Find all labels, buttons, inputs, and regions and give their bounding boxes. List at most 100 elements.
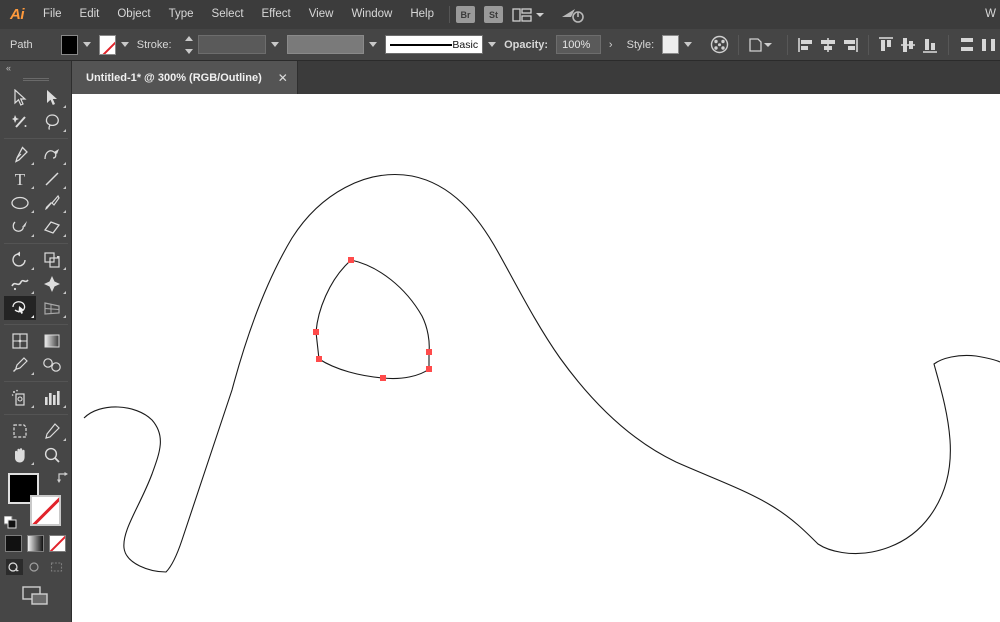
- control-divider-4: [948, 34, 949, 55]
- menu-item-help[interactable]: Help: [401, 0, 443, 29]
- artwork-outline-view: [83, 174, 1000, 573]
- tool-paintbrush[interactable]: [36, 191, 68, 215]
- menu-item-type[interactable]: Type: [160, 0, 203, 29]
- transform-chevron-down-icon[interactable]: [763, 42, 772, 47]
- align-bottom-icon[interactable]: [921, 34, 939, 56]
- close-icon[interactable]: ✕: [278, 72, 288, 84]
- arrange-documents-icon[interactable]: [512, 7, 532, 22]
- style-chevron-down-icon[interactable]: [684, 42, 692, 47]
- panel-drag-handle[interactable]: [0, 75, 71, 84]
- menu-overflow-label[interactable]: W: [981, 0, 1000, 29]
- tool-slice[interactable]: [36, 419, 68, 443]
- tool-group-divider-3: [3, 324, 68, 325]
- stroke-chevron-down-icon[interactable]: [120, 42, 129, 47]
- tool-magic-wand[interactable]: [4, 110, 36, 134]
- bridge-button[interactable]: Br: [456, 6, 475, 23]
- tool-lasso[interactable]: [36, 110, 68, 134]
- stock-button[interactable]: St: [484, 6, 503, 23]
- tool-group-divider-2: [3, 243, 68, 244]
- paint-modes: [4, 535, 68, 552]
- menu-item-effect[interactable]: Effect: [253, 0, 300, 29]
- tool-pen[interactable]: [4, 143, 36, 167]
- anchor-point[interactable]: [313, 329, 319, 335]
- menu-item-window[interactable]: Window: [342, 0, 401, 29]
- color-mode-button[interactable]: [5, 535, 22, 552]
- align-vertical-center-icon[interactable]: [899, 34, 917, 56]
- arrange-chevron-down-icon[interactable]: [536, 12, 544, 17]
- anchor-point[interactable]: [380, 375, 386, 381]
- graphic-style-swatch[interactable]: [662, 35, 679, 54]
- tool-mesh[interactable]: [4, 329, 36, 353]
- variable-width-profile-input[interactable]: [287, 35, 365, 54]
- gradient-mode-button[interactable]: [27, 535, 44, 552]
- artboard-canvas[interactable]: Ghost: [72, 94, 1000, 622]
- draw-normal-icon[interactable]: [6, 559, 23, 575]
- large-open-path[interactable]: [83, 174, 1000, 573]
- tool-ellipse[interactable]: [4, 191, 36, 215]
- closed-triangle-path[interactable]: [315, 259, 430, 380]
- stroke-color-box[interactable]: [29, 495, 61, 526]
- anchor-point[interactable]: [348, 257, 354, 263]
- default-fill-stroke-icon[interactable]: [3, 515, 17, 529]
- menu-item-edit[interactable]: Edit: [71, 0, 109, 29]
- tool-column-graph[interactable]: [36, 386, 68, 410]
- path-anchor-points: [313, 257, 432, 381]
- tool-gradient[interactable]: [36, 329, 68, 353]
- tool-symbol-sprayer[interactable]: [4, 386, 36, 410]
- anchor-point[interactable]: [316, 356, 322, 362]
- brush-chevron-down-icon[interactable]: [488, 42, 497, 47]
- swap-fill-stroke-icon[interactable]: [56, 471, 70, 485]
- anchor-point[interactable]: [426, 366, 432, 372]
- tool-artboard[interactable]: [4, 419, 36, 443]
- draw-behind-icon[interactable]: [27, 559, 44, 575]
- menu-item-view[interactable]: View: [300, 0, 343, 29]
- menu-item-select[interactable]: Select: [203, 0, 253, 29]
- tool-pencil[interactable]: [4, 215, 36, 239]
- fill-stroke-controls: [3, 471, 70, 529]
- align-left-icon[interactable]: [797, 34, 815, 56]
- stroke-weight-stepper[interactable]: [184, 35, 193, 54]
- tool-free-transform[interactable]: [36, 272, 68, 296]
- tool-hand[interactable]: [4, 443, 36, 467]
- tool-curvature[interactable]: [36, 143, 68, 167]
- fill-chevron-down-icon[interactable]: [82, 42, 91, 47]
- document-tab[interactable]: Untitled-1* @ 300% (RGB/Outline) ✕: [72, 61, 298, 94]
- tool-scale[interactable]: [36, 248, 68, 272]
- tool-rotate[interactable]: [4, 248, 36, 272]
- tool-eyedropper[interactable]: [4, 353, 36, 377]
- opacity-options-button[interactable]: ›: [605, 35, 617, 54]
- tool-eraser[interactable]: [36, 215, 68, 239]
- recolor-artwork-icon[interactable]: [710, 34, 729, 56]
- align-right-icon[interactable]: [841, 34, 859, 56]
- tool-shaper[interactable]: [3, 296, 36, 320]
- align-top-icon[interactable]: [877, 34, 895, 56]
- sync-settings-icon[interactable]: [560, 5, 586, 25]
- menu-item-file[interactable]: File: [34, 0, 71, 29]
- variable-width-chevron-down-icon[interactable]: [369, 42, 378, 47]
- tool-blend[interactable]: [36, 353, 68, 377]
- anchor-point[interactable]: [426, 349, 432, 355]
- stroke-weight-chevron-down-icon[interactable]: [271, 42, 280, 47]
- align-horizontal-center-icon[interactable]: [819, 34, 837, 56]
- distribute-vertical-icon[interactable]: [958, 34, 976, 56]
- fill-swatch[interactable]: [61, 34, 78, 55]
- stroke-weight-input[interactable]: [197, 35, 267, 54]
- tool-zoom[interactable]: [36, 443, 68, 467]
- none-mode-button[interactable]: [49, 535, 66, 552]
- tool-group-divider-1: [3, 138, 68, 139]
- draw-inside-icon[interactable]: [48, 559, 65, 575]
- brush-definition-select[interactable]: Basic: [385, 35, 484, 54]
- stroke-swatch[interactable]: [98, 34, 116, 55]
- collapse-panel-button[interactable]: «: [0, 61, 71, 75]
- opacity-input[interactable]: 100%: [556, 35, 601, 54]
- distribute-horizontal-icon[interactable]: [980, 34, 998, 56]
- change-screen-mode-button[interactable]: [0, 585, 71, 607]
- tool-width[interactable]: [4, 272, 36, 296]
- tool-type[interactable]: T: [4, 167, 36, 191]
- tool-selection[interactable]: [4, 86, 36, 110]
- tool-direct-selection[interactable]: [36, 86, 68, 110]
- tool-perspective-grid[interactable]: [36, 296, 68, 320]
- tool-line-segment[interactable]: [36, 167, 68, 191]
- menu-item-object[interactable]: Object: [108, 0, 159, 29]
- menu-divider: [449, 6, 450, 23]
